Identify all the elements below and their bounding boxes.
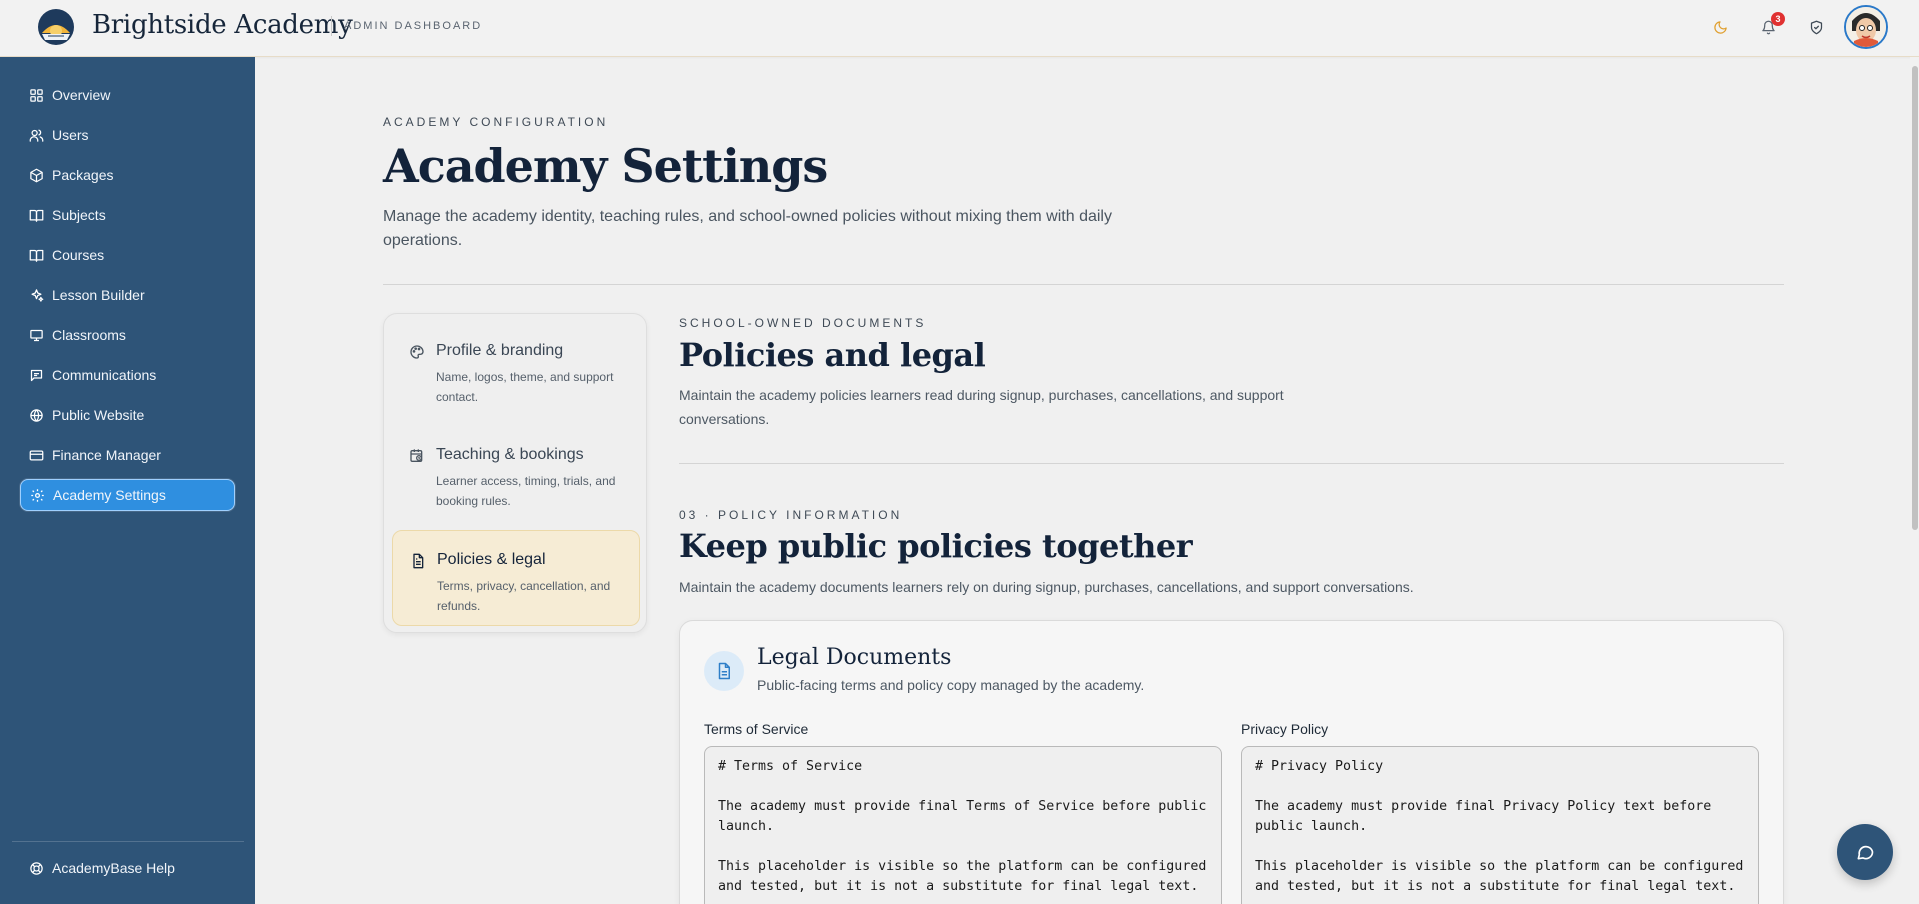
lifebuoy-icon [30,861,43,875]
sidebar-item-label: Communications [52,367,157,383]
sidebar-item-courses[interactable]: Courses [20,239,235,271]
avatar-illustration [1846,7,1886,47]
page-divider [383,284,1784,285]
settings-nav-desc: Terms, privacy, cancellation, and refund… [437,579,611,613]
terms-textarea[interactable]: # Terms of Service The academy must prov… [704,746,1222,904]
settings-nav-title: Teaching & bookings [436,446,584,463]
palette-icon [410,345,424,359]
sidebar-item-subjects[interactable]: Subjects [20,199,235,231]
globe-icon [30,408,43,422]
package-icon [30,168,43,182]
sidebar-item-help[interactable]: AcademyBase Help [20,852,235,884]
sidebar-item-packages[interactable]: Packages [20,159,235,191]
sidebar-item-label: Public Website [52,407,145,423]
brightside-logo[interactable] [36,7,76,47]
chat-icon [1857,845,1874,860]
sidebar-item-label: Lesson Builder [52,287,145,303]
sidebar-item-label: Packages [52,167,114,183]
users-icon [29,129,44,142]
card-title: Legal Documents [757,645,952,670]
book-open-icon [29,209,44,222]
section-title: Policies and legal [679,336,986,374]
sidebar-item-users[interactable]: Users [20,119,235,151]
gear-icon [31,488,44,502]
main-content: ACADEMY CONFIGURATION Academy Settings M… [255,57,1919,904]
sidebar-item-communications[interactable]: Communications [20,359,235,391]
subsection-eyebrow: 03 · POLICY INFORMATION [679,508,903,522]
brand-divider [331,16,332,36]
notifications-button[interactable]: 3 [1756,12,1785,39]
sidebar-help-label: AcademyBase Help [52,860,175,876]
book-icon [29,249,44,262]
sidebar-item-label: Users [52,127,89,143]
subsection-title: Keep public policies together [679,527,1193,565]
settings-nav-desc: Learner access, timing, trials, and book… [436,474,616,508]
page-title: Academy Settings [383,139,828,193]
privacy-textarea[interactable]: # Privacy Policy The academy must provid… [1241,746,1759,904]
section-description: Maintain the academy policies learners r… [679,387,1284,427]
settings-nav-title: Policies & legal [437,551,546,568]
credit-card-icon [29,450,44,460]
settings-nav-profile-branding[interactable]: Profile & branding Name, logos, theme, a… [392,322,640,418]
page-eyebrow: ACADEMY CONFIGURATION [383,115,609,129]
settings-nav-teaching-bookings[interactable]: Teaching & bookings Learner access, timi… [392,426,640,522]
card-subtitle: Public-facing terms and policy copy mana… [757,677,1145,693]
top-bar: Brightside Academy ADMIN DASHBOARD 3 [0,0,1919,57]
calendar-clock-icon [410,449,423,462]
sidebar-item-lesson-builder[interactable]: Lesson Builder [20,279,235,311]
notification-badge: 3 [1771,12,1785,26]
avatar[interactable] [1844,5,1888,49]
privacy-label: Privacy Policy [1241,721,1329,737]
brand-subtitle: ADMIN DASHBOARD [344,20,483,32]
settings-nav: Profile & branding Name, logos, theme, a… [383,313,647,633]
sidebar-divider [12,841,244,842]
sidebar: Overview Users Packages Subjects Courses… [0,57,255,904]
settings-nav-title: Profile & branding [436,342,564,359]
chat-button[interactable] [1837,824,1893,880]
sidebar-item-public-website[interactable]: Public Website [20,399,235,431]
page-description: Manage the academy identity, teaching ru… [383,208,1112,249]
section-eyebrow: SCHOOL-OWNED DOCUMENTS [679,316,927,330]
sparkles-icon [31,288,44,302]
terms-label: Terms of Service [704,721,809,737]
moon-icon[interactable] [1708,15,1732,39]
sidebar-item-label: Subjects [52,207,106,223]
legal-documents-card: Legal Documents Public-facing terms and … [679,620,1784,904]
card-icon [704,651,744,691]
sidebar-item-label: Classrooms [52,327,126,343]
subsection-description: Maintain the academy documents learners … [679,579,1414,595]
sidebar-item-label: Finance Manager [52,447,161,463]
monitor-icon [30,329,43,341]
brand-name: Brightside Academy [92,10,353,40]
sidebar-item-label: Courses [52,247,105,263]
sidebar-item-classrooms[interactable]: Classrooms [20,319,235,351]
sidebar-item-finance-manager[interactable]: Finance Manager [20,439,235,471]
message-icon [30,369,43,381]
settings-nav-desc: Name, logos, theme, and support contact. [436,370,614,404]
grid-icon [30,88,43,102]
section-divider [679,463,1784,464]
scrollbar-thumb[interactable] [1912,66,1918,530]
sidebar-item-label: Academy Settings [53,487,166,503]
settings-nav-policies-legal[interactable]: Policies & legal Terms, privacy, cancell… [392,530,640,626]
sidebar-item-label: Overview [52,87,111,103]
document-icon [413,553,424,569]
sidebar-item-academy-settings[interactable]: Academy Settings [20,479,235,511]
sidebar-item-overview[interactable]: Overview [20,79,235,111]
shield-check-icon[interactable] [1804,15,1828,39]
document-icon [718,662,730,680]
